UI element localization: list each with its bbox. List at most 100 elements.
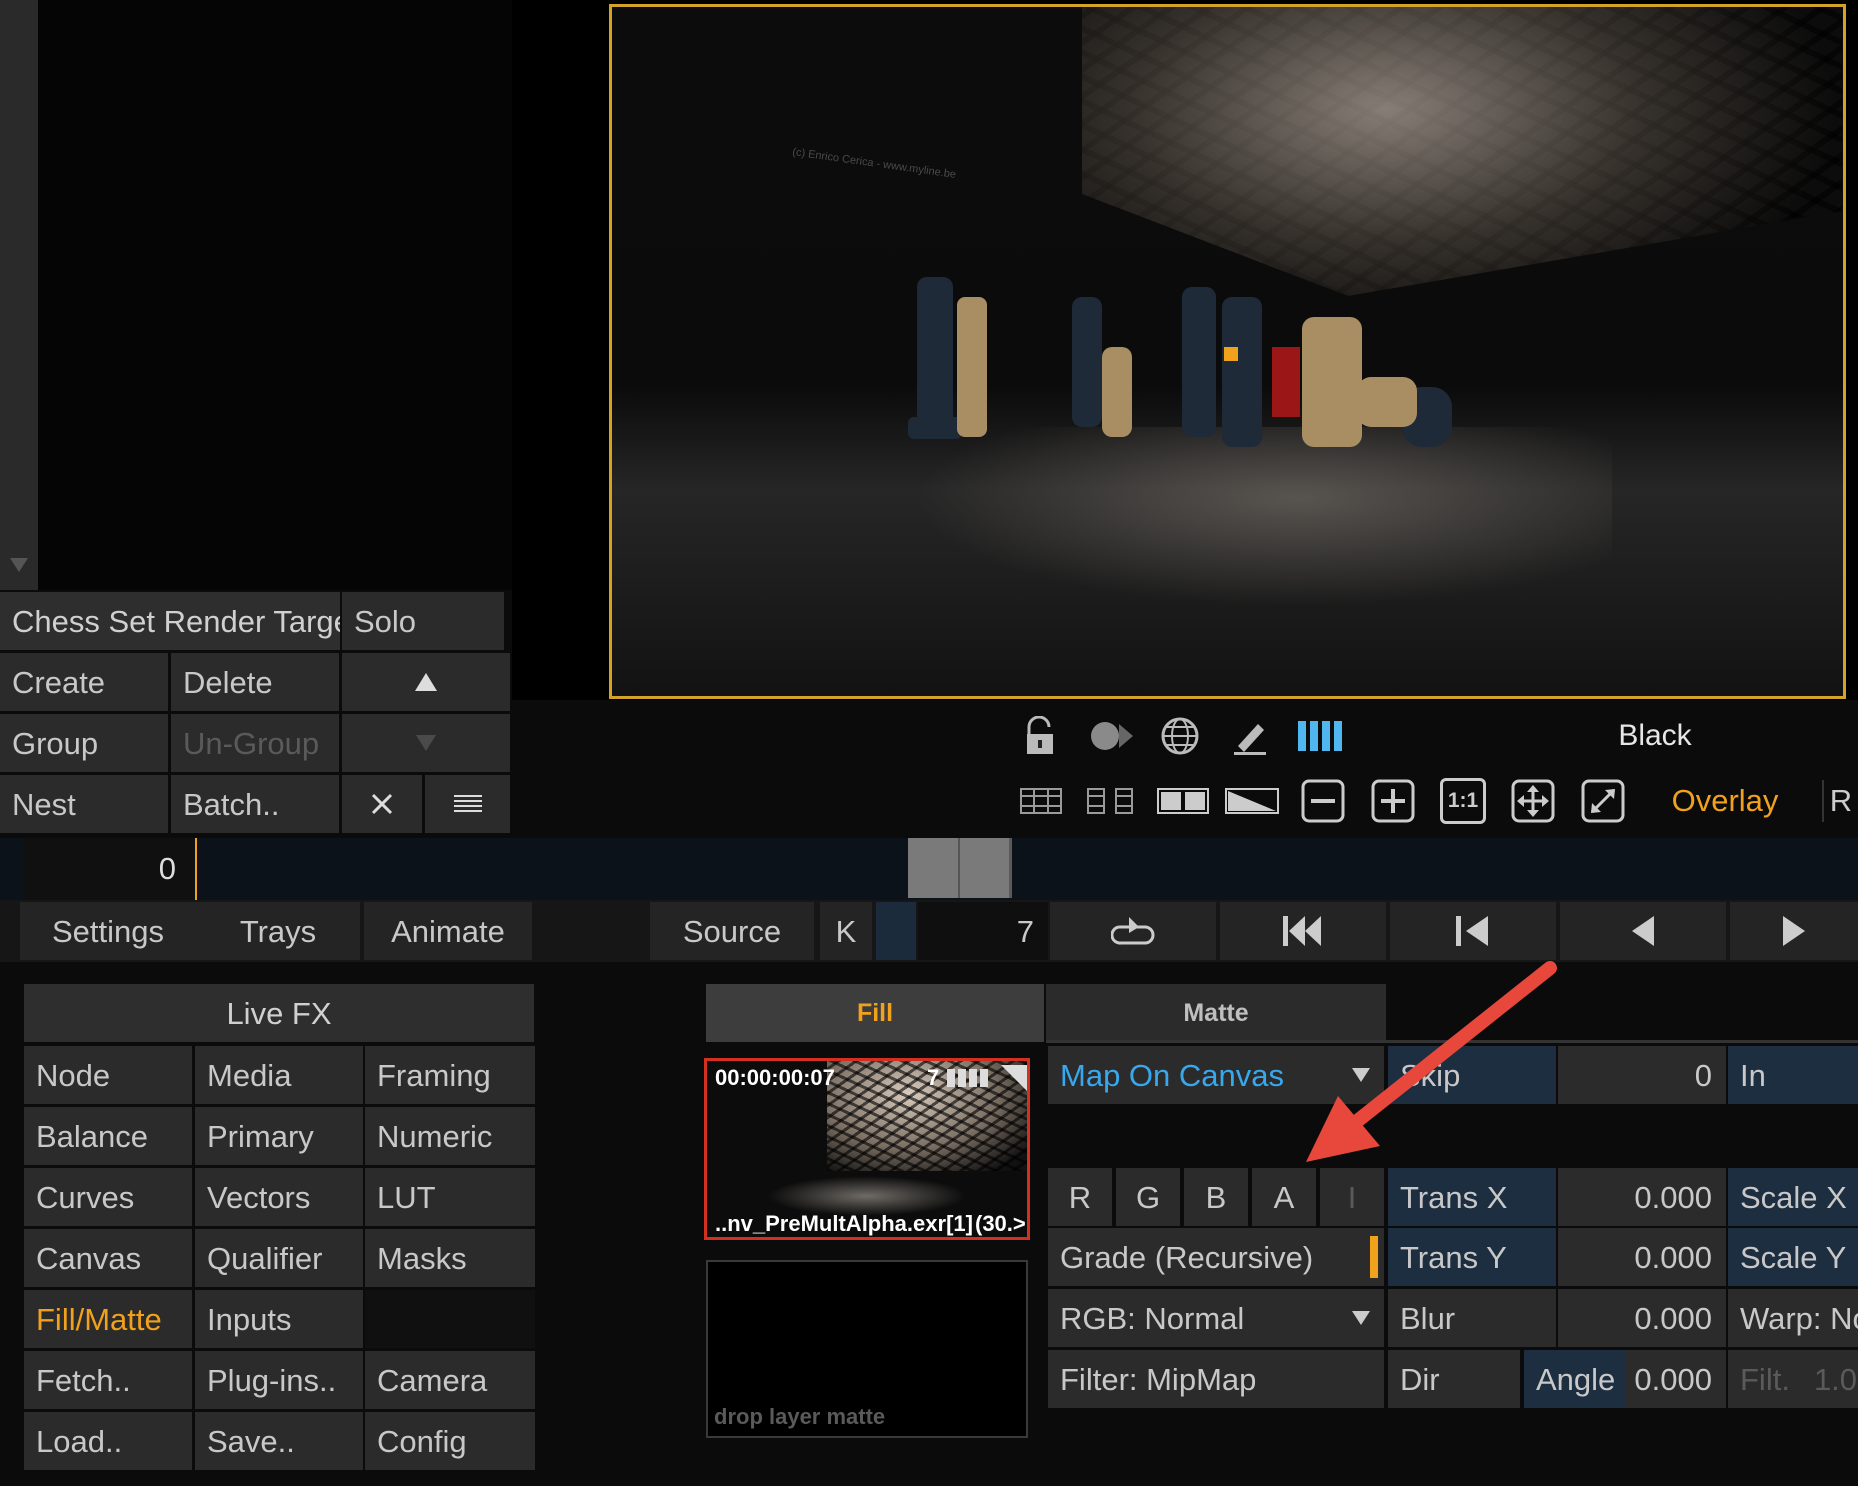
fill-clip-thumbnail[interactable]: 00:00:00:07 7 ..nv_PreMultAlpha.exr[1] (… [704,1058,1030,1240]
fullscreen-icon[interactable] [1578,776,1628,826]
livefx-item-camera[interactable]: Camera [365,1351,535,1409]
tab-fill[interactable]: Fill [706,984,1044,1042]
list-icon [453,795,482,812]
livefx-item-save[interactable]: Save.. [195,1412,363,1470]
livefx-item-inputs[interactable]: Inputs [195,1290,363,1348]
pencil-icon[interactable] [1226,712,1274,760]
blur-value[interactable]: 0.000 [1558,1289,1726,1347]
clip-count: (30.> [975,1211,1026,1236]
angle-value[interactable]: 0.000 [1626,1350,1726,1408]
livefx-item-vectors[interactable]: Vectors [195,1168,363,1226]
livefx-item-load[interactable]: Load.. [24,1412,192,1470]
livefx-item-media[interactable]: Media [195,1046,363,1104]
filter-mode[interactable]: Filter: MipMap [1048,1350,1384,1408]
lock-icon[interactable] [1018,712,1062,760]
livefx-item-config[interactable]: Config [365,1412,535,1470]
rgb-mode-dropdown[interactable]: RGB: Normal [1048,1289,1384,1347]
frame-indicator [876,902,916,960]
timeline-playhead[interactable] [908,838,1012,898]
side-by-side-icon[interactable] [1156,778,1210,824]
livefx-item-numeric[interactable]: Numeric [365,1107,535,1165]
layer-list-scrollbar[interactable] [0,0,38,590]
loop-icon [1111,917,1155,945]
ungroup-button[interactable]: Un-Group [171,714,339,772]
livefx-item-canvas[interactable]: Canvas [24,1229,192,1287]
keyframe-button[interactable]: K [820,902,872,960]
layer-name-field[interactable]: Chess Set Render Targe [0,592,340,650]
record-icon[interactable] [1086,712,1136,760]
livefx-item-framing[interactable]: Framing [365,1046,535,1104]
livefx-item-curves[interactable]: Curves [24,1168,192,1226]
scale-y-label[interactable]: Scale Y [1728,1228,1858,1286]
scroll-down-icon[interactable] [6,548,32,582]
create-button[interactable]: Create [0,653,168,711]
channel-b-toggle[interactable]: B [1184,1168,1248,1226]
livefx-item-lut[interactable]: LUT [365,1168,535,1226]
solo-button[interactable]: Solo [342,592,504,650]
clip-timecode: 00:00:00:07 [715,1065,835,1090]
r-toggle[interactable]: R [1822,780,1858,822]
zoom-one-to-one-icon[interactable]: 1:1 [1438,776,1488,826]
split-frames-icon[interactable] [1082,778,1138,824]
livefx-item-plug-ins[interactable]: Plug-ins.. [195,1351,363,1409]
timeline-frame-field[interactable]: 0 [24,838,194,900]
overlay-toggle[interactable]: Overlay [1660,780,1790,822]
loop-button[interactable] [1050,902,1216,960]
livefx-item-qualifier[interactable]: Qualifier [195,1229,363,1287]
livefx-title: Live FX [24,984,534,1042]
channel-r-toggle[interactable]: R [1048,1168,1112,1226]
settings-tab[interactable]: Settings [20,902,196,960]
wipe-icon[interactable] [1224,778,1280,824]
batch-button[interactable]: Batch.. [171,775,339,833]
dir-button[interactable]: Dir [1388,1350,1520,1408]
close-button[interactable] [342,775,422,833]
scale-x-label[interactable]: Scale X [1728,1168,1858,1226]
trans-y-label[interactable]: Trans Y [1388,1228,1556,1286]
previous-frame-button[interactable] [1560,902,1726,960]
render-image: (c) Enrico Cerica - www.myline.be [612,7,1843,696]
livefx-item-masks[interactable]: Masks [365,1229,535,1287]
move-down-button[interactable] [342,714,510,772]
clip-bars-icon [947,1069,988,1087]
livefx-item-fill-matte[interactable]: Fill/Matte [24,1290,192,1348]
livefx-item-balance[interactable]: Balance [24,1107,192,1165]
zoom-out-icon[interactable] [1298,776,1348,826]
current-frame-field[interactable]: 7 [918,902,1048,960]
blur-label[interactable]: Blur [1388,1289,1556,1347]
in-label[interactable]: In [1728,1046,1858,1104]
color-bars-icon[interactable] [1294,712,1346,760]
next-frame-button[interactable] [1730,902,1858,960]
fit-to-view-icon[interactable] [1508,776,1558,826]
warp-mode[interactable]: Warp: No [1728,1289,1858,1347]
source-button[interactable]: Source [650,902,814,960]
triangle-down-icon [416,735,436,751]
move-up-button[interactable] [342,653,510,711]
skip-value[interactable]: 0 [1558,1046,1726,1104]
angle-label[interactable]: Angle [1524,1350,1626,1408]
trays-tab[interactable]: Trays [196,902,360,960]
group-button[interactable]: Group [0,714,168,772]
nest-button[interactable]: Nest [0,775,168,833]
globe-icon[interactable] [1156,712,1204,760]
channel-g-toggle[interactable]: G [1116,1168,1180,1226]
list-menu-button[interactable] [425,775,510,833]
page-curl-icon[interactable] [1001,1065,1027,1091]
background-color-label[interactable]: Black [1600,716,1710,756]
viewer-canvas[interactable]: (c) Enrico Cerica - www.myline.be [609,4,1846,699]
livefx-item-primary[interactable]: Primary [195,1107,363,1165]
layer-list-area[interactable] [0,0,512,590]
livefx-item-node[interactable]: Node [24,1046,192,1104]
rgb-mode-label: RGB: Normal [1060,1300,1245,1336]
skip-to-start-icon [1283,916,1321,946]
matte-drop-zone[interactable]: drop layer matte [706,1260,1028,1438]
grade-mode[interactable]: Grade (Recursive) [1048,1228,1384,1286]
livefx-item-fetch[interactable]: Fetch.. [24,1351,192,1409]
delete-button[interactable]: Delete [171,653,339,711]
trans-x-value[interactable]: 0.000 [1558,1168,1726,1226]
animate-tab[interactable]: Animate [364,902,532,960]
trans-y-value[interactable]: 0.000 [1558,1228,1726,1286]
filt-label[interactable]: Filt. 1.0 [1728,1350,1858,1408]
close-icon [371,793,393,815]
filmstrip-icon[interactable] [1018,778,1064,824]
zoom-in-icon[interactable] [1368,776,1418,826]
